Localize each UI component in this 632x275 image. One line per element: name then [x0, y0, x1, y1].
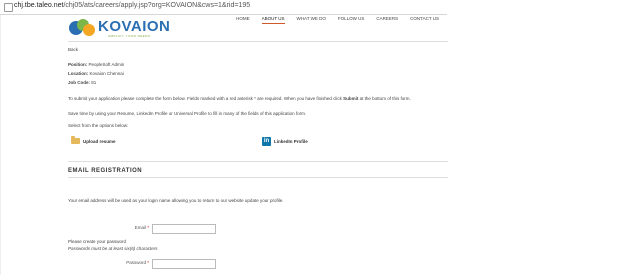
password-prompt: Please create your password [68, 239, 127, 244]
section-title-divider [68, 177, 448, 178]
upload-resume-option[interactable]: Upload resume [71, 136, 116, 144]
nav-what-we-do[interactable]: WHAT WE DO [297, 16, 326, 24]
folder-icon [71, 136, 80, 144]
position-row: Position: PeopleSoft Admin [68, 62, 125, 67]
logo-tagline: AMPLIFY YOUR NEEDS [108, 34, 151, 38]
save-time-text: Save time by using your Resume, LinkedIn… [68, 111, 307, 116]
logo-text: KOVAION [98, 18, 171, 35]
password-label: Password * [126, 260, 149, 265]
registration-info: Your email address will be used as your … [68, 198, 284, 203]
url-text[interactable]: chj.tbe.taleo.net/chj05/ats/careers/appl… [14, 2, 250, 9]
page-icon [4, 3, 13, 12]
address-bar[interactable]: chj.tbe.taleo.net/chj05/ats/careers/appl… [0, 0, 447, 15]
email-field[interactable] [152, 224, 216, 234]
back-link[interactable]: Back [68, 47, 78, 52]
nav-about-us[interactable]: ABOUT US [261, 16, 285, 24]
nav-contact-us[interactable]: CONTACT US [410, 16, 439, 24]
password-hint: Passwords must be at least six(6) charac… [68, 246, 158, 251]
linkedin-profile-label: LinkedIn Profile [274, 139, 308, 144]
section-divider [68, 161, 448, 162]
linkedin-profile-option[interactable]: in LinkedIn Profile [262, 137, 308, 146]
linkedin-icon: in [262, 137, 271, 146]
page: KOVAION AMPLIFY YOUR NEEDS HOME ABOUT US… [0, 15, 448, 275]
select-options-text: Select from the options below: [68, 123, 129, 128]
header-divider [68, 41, 448, 42]
section-title-email-registration: EMAIL REGISTRATION [68, 168, 143, 174]
email-label: Email * [134, 225, 149, 230]
location-row: Location: Kovaion Chennai [68, 71, 124, 76]
nav-careers[interactable]: CAREERS [376, 16, 398, 24]
nav-home[interactable]: HOME [236, 16, 250, 24]
jobcode-row: Job Code: 81 [68, 80, 97, 85]
logo-mark-icon [69, 19, 95, 36]
password-field[interactable] [152, 259, 216, 269]
nav-follow-us[interactable]: FOLLOW US [338, 16, 365, 24]
kovaion-logo[interactable]: KOVAION AMPLIFY YOUR NEEDS [68, 17, 170, 39]
instructions-text: To submit your application please comple… [68, 96, 411, 101]
main-nav: HOME ABOUT US WHAT WE DO FOLLOW US CAREE… [236, 16, 439, 24]
upload-resume-label: Upload resume [83, 138, 116, 144]
